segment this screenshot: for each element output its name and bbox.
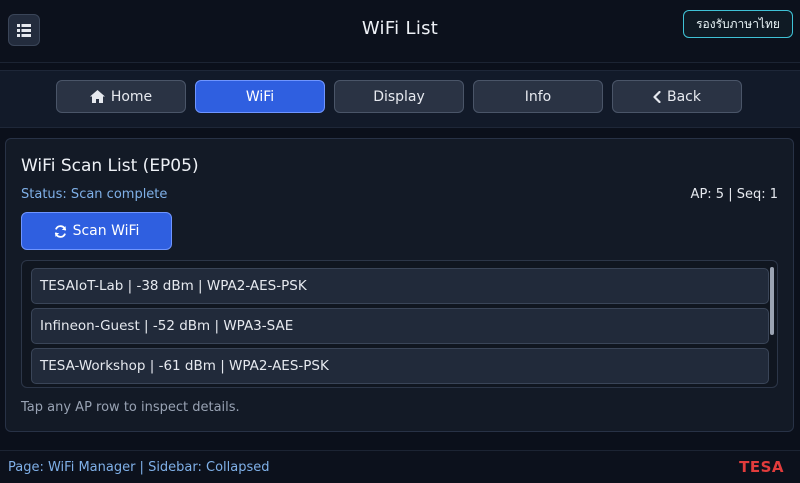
footer-bar: Page: WiFi Manager | Sidebar: Collapsed … xyxy=(0,450,800,483)
wifi-network-list[interactable]: TESAIoT-Lab | -38 dBm | WPA2-AES-PSK Inf… xyxy=(21,260,778,388)
footer-page-info: Page: WiFi Manager | Sidebar: Collapsed xyxy=(8,460,270,475)
wifi-network-row[interactable]: Infineon-Guest | -52 dBm | WPA3-SAE xyxy=(31,308,769,344)
nav-bar: Home WiFi Display Info Back xyxy=(0,70,800,128)
tab-info-label: Info xyxy=(524,88,552,105)
wifi-network-row[interactable]: TESA-Workshop | -61 dBm | WPA2-AES-PSK xyxy=(31,348,769,384)
wifi-scan-card: WiFi Scan List (EP05) Status: Scan compl… xyxy=(5,138,794,432)
header-bar: WiFi List รองรับภาษาไทย xyxy=(0,0,800,63)
list-hint: Tap any AP row to inspect details. xyxy=(21,400,240,415)
scan-wifi-label: Scan WiFi xyxy=(72,223,140,239)
card-title: WiFi Scan List (EP05) xyxy=(21,156,199,176)
tab-display[interactable]: Display xyxy=(334,80,464,113)
page-title: WiFi List xyxy=(361,18,439,39)
wifi-network-row[interactable]: TESAIoT-Lab | -38 dBm | WPA2-AES-PSK xyxy=(31,268,769,304)
tesa-logo: TESA xyxy=(739,458,784,476)
list-scrollbar[interactable] xyxy=(770,267,774,335)
refresh-icon xyxy=(54,224,66,238)
ap-sequence-info: AP: 5 | Seq: 1 xyxy=(690,187,778,202)
chevron-left-icon xyxy=(653,90,661,103)
home-icon xyxy=(89,90,105,103)
tab-wifi-label: WiFi xyxy=(245,88,275,105)
tab-back[interactable]: Back xyxy=(612,80,742,113)
thai-language-button[interactable]: รองรับภาษาไทย xyxy=(683,10,793,38)
scan-wifi-button[interactable]: Scan WiFi xyxy=(21,212,172,250)
tab-info[interactable]: Info xyxy=(473,80,603,113)
tab-display-label: Display xyxy=(373,88,425,105)
tab-home[interactable]: Home xyxy=(56,80,186,113)
tab-back-label: Back xyxy=(667,88,701,105)
tab-home-label: Home xyxy=(110,88,153,105)
tab-wifi[interactable]: WiFi xyxy=(195,80,325,113)
scan-status: Status: Scan complete xyxy=(21,187,168,202)
